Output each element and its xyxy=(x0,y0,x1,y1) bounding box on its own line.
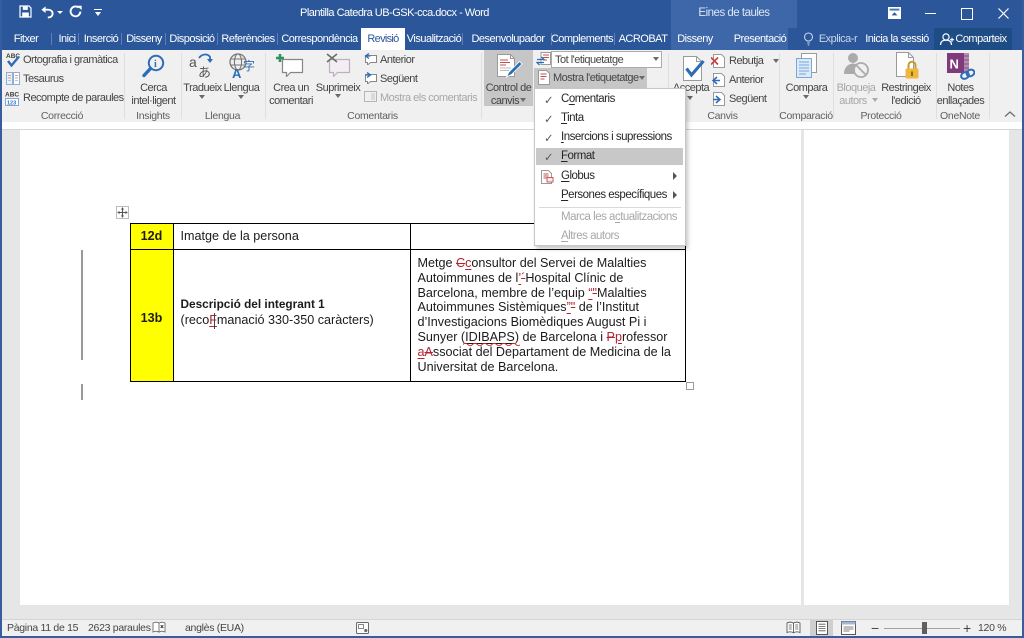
svg-text:ABC: ABC xyxy=(5,92,19,99)
svg-text:字: 字 xyxy=(243,58,255,73)
svg-text:あ: あ xyxy=(198,65,211,79)
svg-text:i: i xyxy=(154,59,157,70)
svg-text:A: A xyxy=(232,66,242,79)
svg-text:a: a xyxy=(189,54,197,70)
svg-text:N: N xyxy=(950,57,959,72)
svg-text:123: 123 xyxy=(7,101,16,107)
